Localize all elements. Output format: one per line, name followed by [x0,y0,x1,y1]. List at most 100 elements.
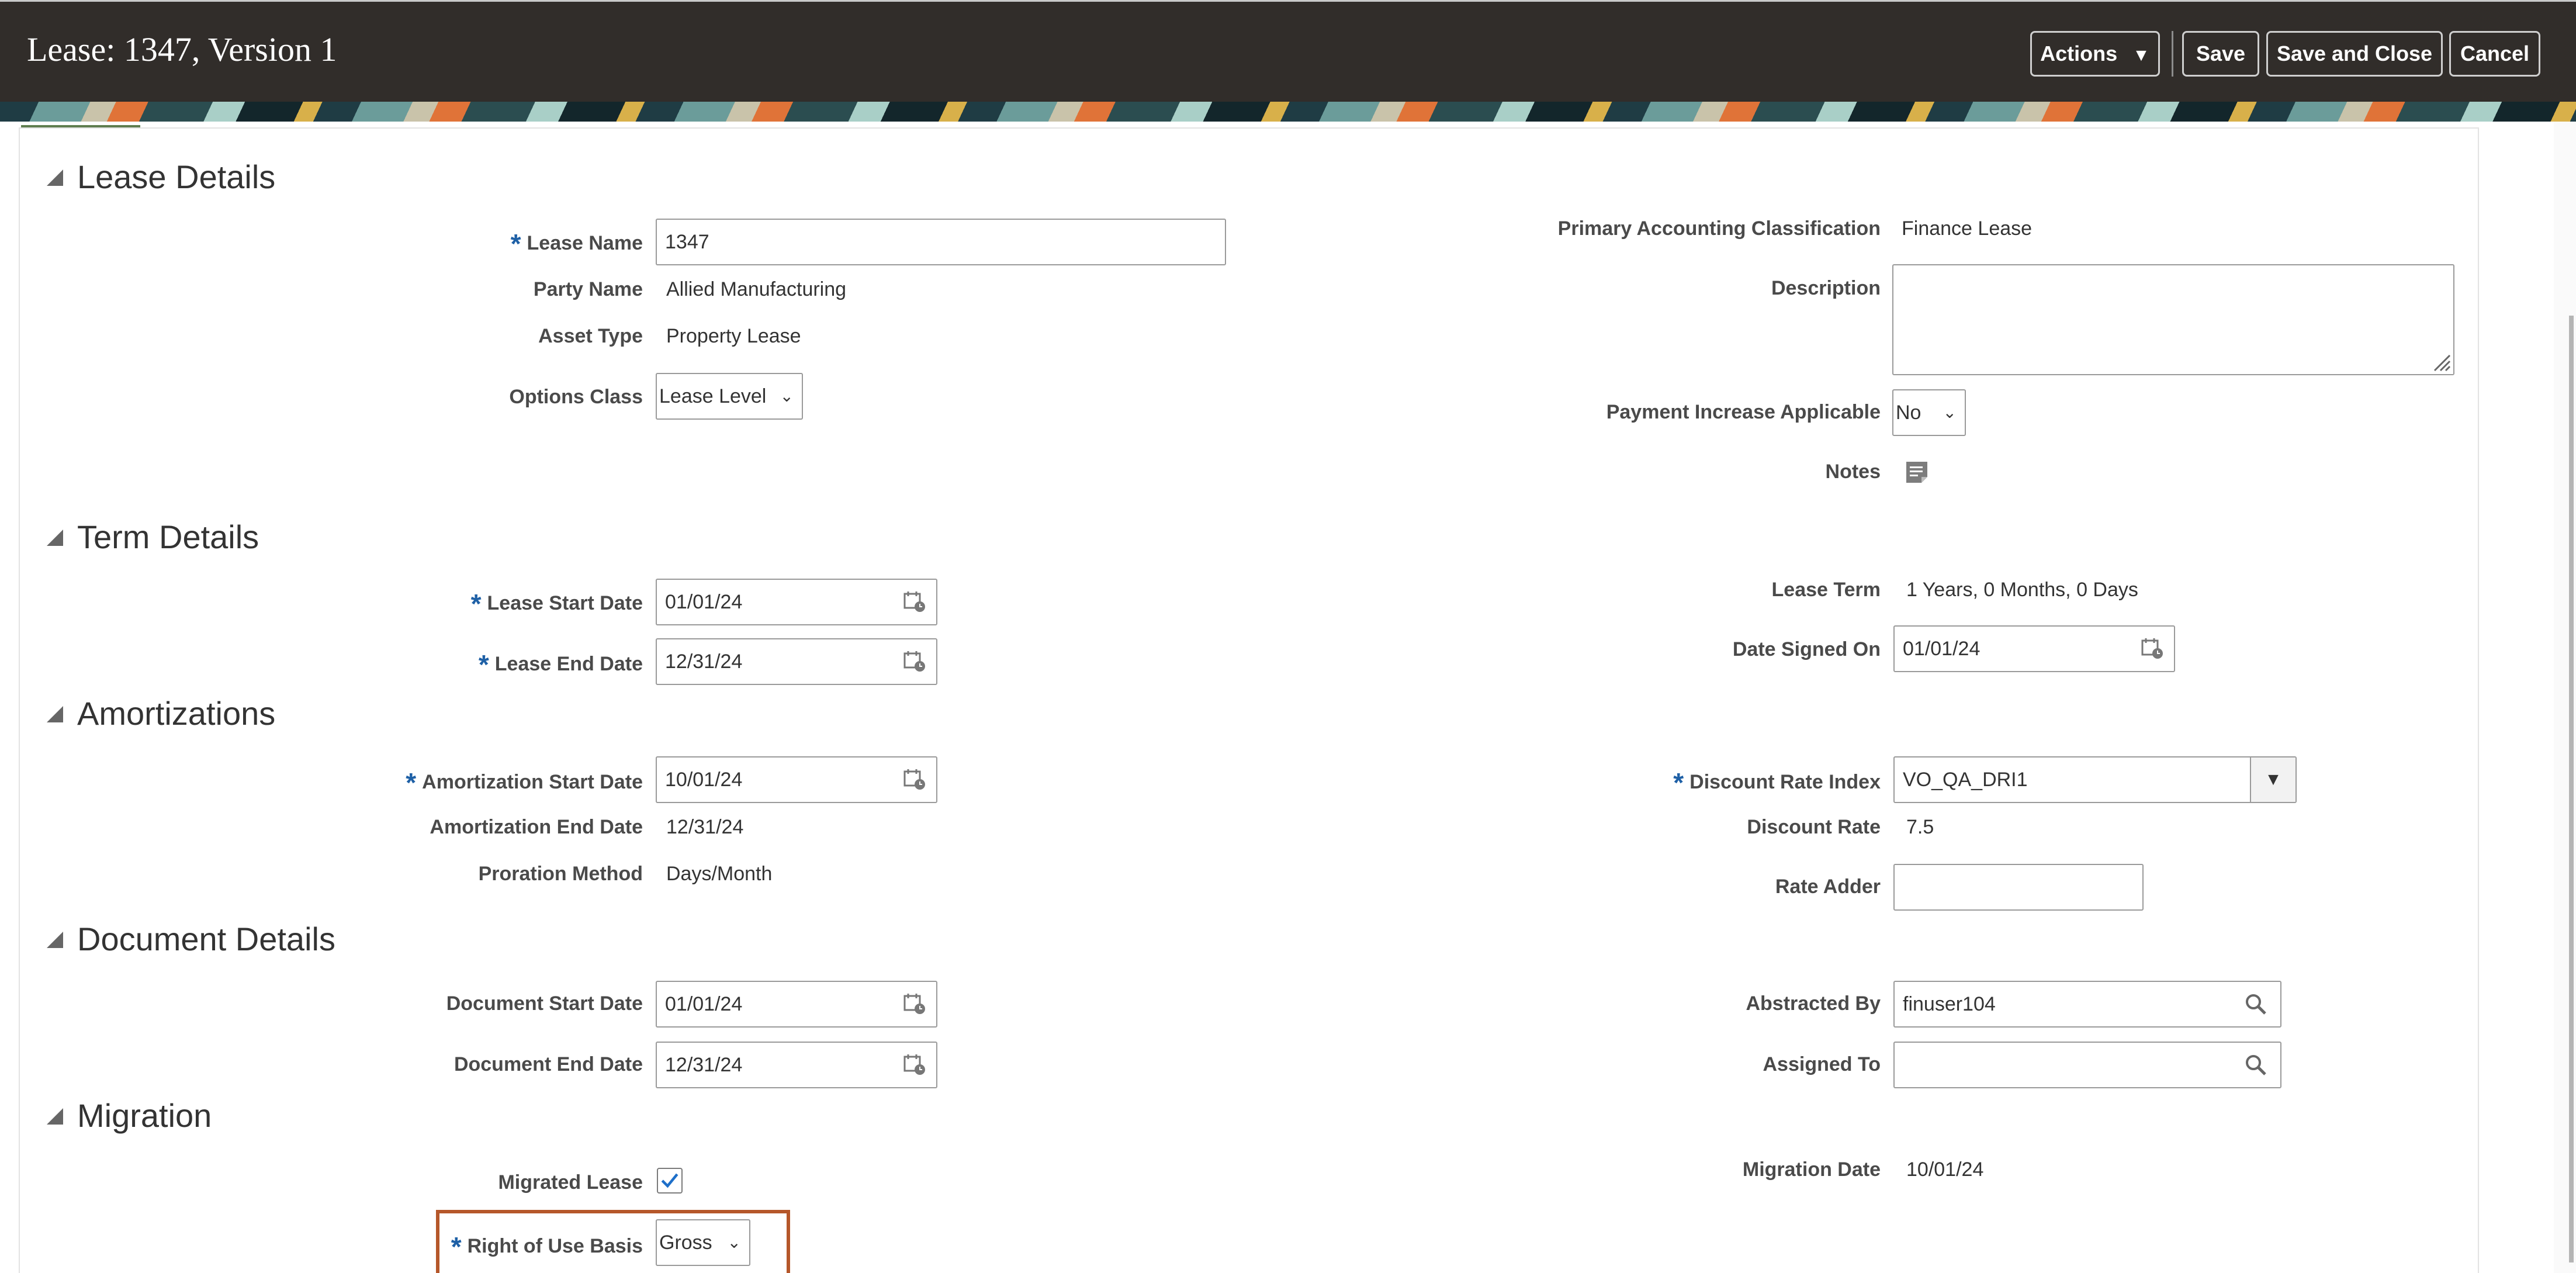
dropdown-button[interactable]: ▼ [2250,757,2295,802]
lease-name-label: * Lease Name [511,228,643,260]
primary-accounting-value: Finance Lease [1902,217,2033,240]
required-indicator: * [1673,767,1684,798]
assigned-to-label: Assigned To [1763,1053,1881,1075]
migration-date-label: Migration Date [1742,1158,1881,1181]
lease-end-date-label: * Lease End Date [479,649,643,680]
section-title: Amortizations [77,695,276,732]
collapse-triangle-icon[interactable] [47,169,63,186]
right-of-use-basis-value: Gross [659,1232,712,1254]
right-of-use-basis-label-text: Right of Use Basis [467,1235,643,1257]
discount-rate-index-value: VO_QA_DRI1 [1903,769,2028,791]
required-indicator: * [470,589,482,619]
calendar-icon[interactable] [903,650,926,672]
document-start-date-label: Document Start Date [446,992,643,1015]
proration-method-label: Proration Method [478,863,643,885]
party-name-label: Party Name [533,278,643,300]
page-header: Lease: 1347, Version 1 Actions ▼ Save Sav… [0,0,2576,102]
date-signed-input[interactable]: 01/01/24 [1893,625,2175,672]
options-class-select[interactable]: Lease Level ⌄ [656,373,803,420]
lease-term-label: Lease Term [1771,579,1881,601]
lease-start-date-value: 01/01/24 [665,591,743,613]
date-signed-label: Date Signed On [1732,638,1881,660]
notes-icon[interactable] [1904,459,1930,485]
payment-increase-select[interactable]: No ⌄ [1892,389,1966,436]
lease-start-date-label-text: Lease Start Date [487,592,643,614]
payment-increase-label: Payment Increase Applicable [1606,401,1881,423]
asset-type-value: Property Lease [666,325,801,347]
document-start-date-input[interactable]: 01/01/24 [656,981,937,1028]
discount-rate-index-label-text: Discount Rate Index [1689,771,1881,793]
save-button[interactable]: Save [2182,31,2259,77]
section-title: Term Details [77,518,259,555]
migrated-lease-checkbox[interactable] [657,1168,683,1194]
actions-button-label: Actions [2040,41,2118,65]
document-end-date-value: 12/31/24 [665,1054,743,1076]
amortization-start-date-label: * Amortization Start Date [406,767,643,798]
chevron-down-icon: ⌄ [1943,403,1957,421]
lease-end-date-input[interactable]: 12/31/24 [656,638,937,685]
document-start-date-value: 01/01/24 [665,993,743,1015]
section-title: Document Details [77,921,335,957]
calendar-icon[interactable] [903,768,926,790]
collapse-triangle-icon[interactable] [47,530,63,546]
lease-end-date-value: 12/31/24 [665,651,743,673]
collapse-triangle-icon[interactable] [47,932,63,948]
caret-down-icon: ▼ [2132,46,2150,65]
description-textarea[interactable] [1892,264,2454,375]
assigned-to-input[interactable] [1893,1042,2281,1088]
resize-grip-icon[interactable] [2430,351,2451,372]
scrollbar-thumb[interactable] [2569,316,2574,1262]
migrated-lease-label: Migrated Lease [498,1171,643,1194]
calendar-icon[interactable] [903,590,926,613]
calendar-icon[interactable] [2141,637,2163,659]
chevron-down-icon: ⌄ [727,1233,741,1251]
required-indicator: * [451,1232,462,1262]
amortization-start-date-input[interactable]: 10/01/24 [656,756,937,803]
rate-adder-input[interactable] [1893,864,2144,911]
proration-method-value: Days/Month [666,863,773,885]
description-label: Description [1771,277,1881,299]
required-indicator: * [406,767,417,798]
calendar-icon[interactable] [903,1053,926,1075]
lease-term-value: 1 Years, 0 Months, 0 Days [1906,579,2138,601]
save-and-close-button[interactable]: Save and Close [2266,31,2443,77]
toolbar-separator [2172,31,2173,77]
discount-rate-index-combobox[interactable]: VO_QA_DRI1 ▼ [1893,756,2297,803]
lease-start-date-input[interactable]: 01/01/24 [656,579,937,625]
page-title: Lease: 1347, Version 1 [27,30,337,68]
checkmark-icon [661,1173,678,1188]
lease-name-input[interactable]: 1347 [656,219,1226,265]
date-signed-value: 01/01/24 [1903,638,1981,660]
discount-rate-label: Discount Rate [1747,816,1881,838]
payment-increase-value: No [1896,402,1921,424]
notes-label: Notes [1825,461,1881,483]
asset-type-label: Asset Type [538,325,643,347]
chevron-down-icon: ⌄ [780,387,794,405]
migration-date-value: 10/01/24 [1906,1158,1984,1181]
required-indicator: * [478,649,489,680]
abstracted-by-label: Abstracted By [1746,992,1881,1015]
document-end-date-label: Document End Date [453,1053,643,1075]
section-title: Migration [77,1097,212,1134]
caret-down-icon: ▼ [2265,770,2282,789]
right-of-use-basis-select[interactable]: Gross ⌄ [656,1219,750,1266]
calendar-icon[interactable] [903,992,926,1015]
rate-adder-label: Rate Adder [1775,876,1881,898]
party-name-value: Allied Manufacturing [666,278,847,300]
collapse-triangle-icon[interactable] [47,706,63,722]
cancel-button[interactable]: Cancel [2449,31,2540,77]
required-indicator: * [510,229,521,259]
actions-button[interactable]: Actions ▼ [2030,31,2160,77]
search-icon[interactable] [2244,1053,2267,1077]
right-of-use-basis-label: * Right of Use Basis [451,1231,643,1262]
options-class-label: Options Class [509,386,643,408]
document-end-date-input[interactable]: 12/31/24 [656,1042,937,1088]
abstracted-by-input[interactable]: finuser104 [1893,981,2281,1028]
lease-end-date-label-text: Lease End Date [494,653,643,675]
options-class-value: Lease Level [659,385,767,407]
section-title: Lease Details [77,158,276,195]
decorative-banner [0,102,2576,122]
collapse-triangle-icon[interactable] [47,1108,63,1125]
search-icon[interactable] [2244,992,2267,1016]
primary-accounting-label: Primary Accounting Classification [1557,217,1881,240]
